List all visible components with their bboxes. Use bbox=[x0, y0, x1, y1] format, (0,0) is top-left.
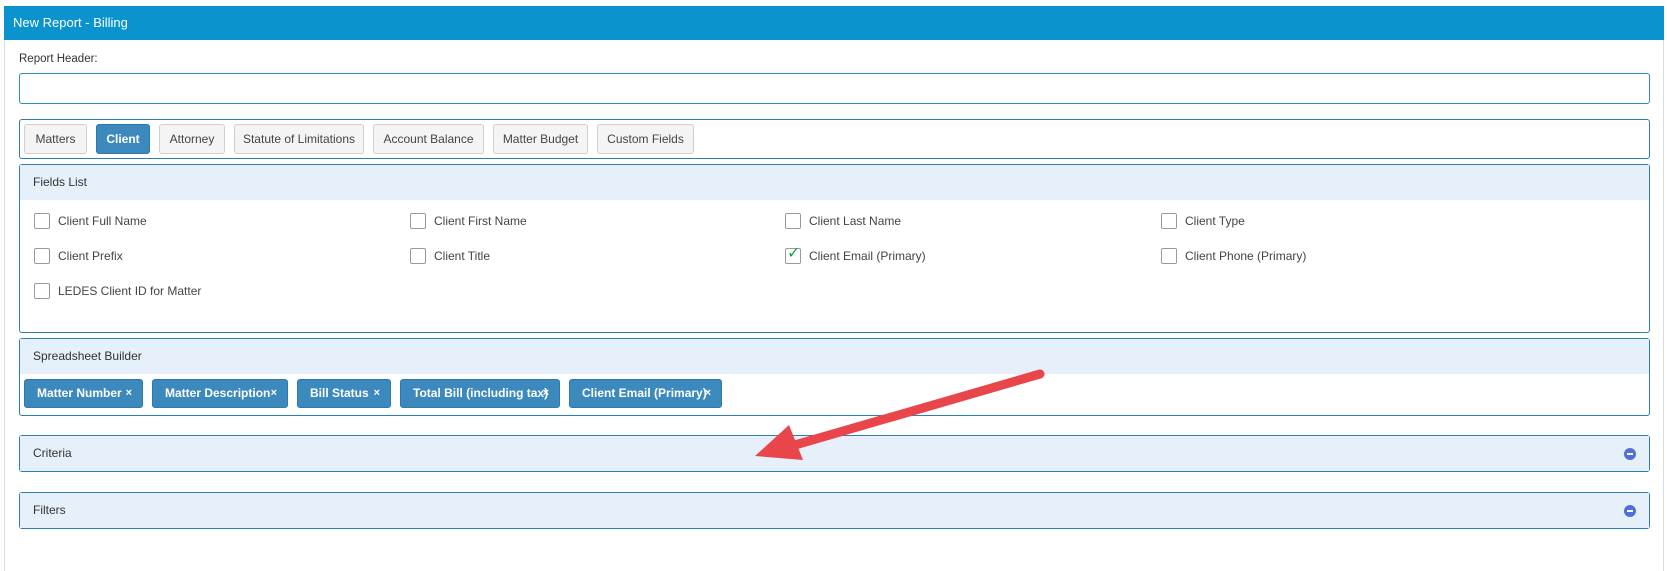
chip-label: Client Email (Primary) bbox=[582, 386, 707, 400]
field-client-prefix[interactable]: Client Prefix bbox=[34, 247, 123, 265]
field-label: Client Title bbox=[434, 249, 491, 263]
checkbox-checked[interactable]: ✓ bbox=[785, 245, 801, 264]
chip-label: Bill Status bbox=[310, 386, 369, 400]
column-chip-matter-number[interactable]: Matter Number × bbox=[24, 379, 143, 408]
field-client-email-primary[interactable]: ✓ Client Email (Primary) bbox=[785, 245, 926, 265]
filters-title[interactable]: Filters bbox=[20, 493, 1649, 528]
column-chip-matter-description[interactable]: Matter Description × bbox=[152, 379, 288, 408]
field-label: Client Full Name bbox=[58, 214, 147, 228]
window-title: New Report - Billing bbox=[4, 6, 1664, 40]
field-label: Client Prefix bbox=[58, 249, 123, 263]
tab-matter-budget[interactable]: Matter Budget bbox=[493, 124, 588, 154]
chip-label: Matter Number bbox=[37, 386, 122, 400]
field-client-full-name[interactable]: Client Full Name bbox=[34, 212, 147, 230]
criteria-title[interactable]: Criteria bbox=[20, 436, 1649, 471]
tab-statute-of-limitations[interactable]: Statute of Limitations bbox=[234, 124, 364, 154]
spreadsheet-builder-panel: Spreadsheet Builder Matter Number × Matt… bbox=[19, 338, 1650, 416]
fields-list-panel: Fields List Client Full Name Client Firs… bbox=[19, 164, 1650, 333]
tab-bar: Matters Client Attorney Statute of Limit… bbox=[19, 119, 1650, 159]
close-icon[interactable]: × bbox=[126, 380, 132, 407]
checkbox[interactable] bbox=[34, 248, 50, 264]
minus-circle-icon[interactable] bbox=[1624, 505, 1636, 517]
close-icon[interactable]: × bbox=[705, 380, 711, 407]
column-chip-client-email-primary[interactable]: Client Email (Primary) × bbox=[569, 379, 722, 408]
checkbox[interactable] bbox=[410, 248, 426, 264]
column-chip-total-bill[interactable]: Total Bill (including tax) × bbox=[400, 379, 560, 408]
field-label: Client Type bbox=[1185, 214, 1245, 228]
field-label: Client First Name bbox=[434, 214, 527, 228]
close-icon[interactable]: × bbox=[543, 380, 549, 407]
fields-list-title: Fields List bbox=[20, 165, 1649, 200]
checkbox[interactable] bbox=[34, 213, 50, 229]
checkbox[interactable] bbox=[34, 283, 50, 299]
field-label: LEDES Client ID for Matter bbox=[58, 284, 202, 298]
field-label: Client Last Name bbox=[809, 214, 902, 228]
tab-custom-fields[interactable]: Custom Fields bbox=[597, 124, 694, 154]
field-ledes-client-id[interactable]: LEDES Client ID for Matter bbox=[34, 282, 201, 300]
checkbox[interactable] bbox=[1161, 213, 1177, 229]
checkbox[interactable] bbox=[785, 213, 801, 229]
report-header-input[interactable] bbox=[19, 73, 1650, 104]
field-label: Client Phone (Primary) bbox=[1185, 249, 1307, 263]
column-chip-bill-status[interactable]: Bill Status × bbox=[297, 379, 391, 408]
close-icon[interactable]: × bbox=[374, 380, 380, 407]
field-label: Client Email (Primary) bbox=[809, 249, 926, 263]
field-client-title[interactable]: Client Title bbox=[410, 247, 490, 265]
field-client-last-name[interactable]: Client Last Name bbox=[785, 212, 901, 230]
chip-label: Matter Description bbox=[165, 386, 271, 400]
spreadsheet-builder-title: Spreadsheet Builder bbox=[20, 339, 1649, 374]
tab-account-balance[interactable]: Account Balance bbox=[373, 124, 484, 154]
tab-client[interactable]: Client bbox=[96, 124, 150, 154]
checkbox[interactable] bbox=[410, 213, 426, 229]
close-icon[interactable]: × bbox=[271, 380, 277, 407]
criteria-panel: Criteria bbox=[19, 435, 1650, 472]
checkbox[interactable] bbox=[1161, 248, 1177, 264]
checkmark-icon: ✓ bbox=[787, 245, 801, 262]
field-client-phone-primary[interactable]: Client Phone (Primary) bbox=[1161, 247, 1306, 265]
tab-attorney[interactable]: Attorney bbox=[159, 124, 225, 154]
tab-matters[interactable]: Matters bbox=[24, 124, 87, 154]
minus-circle-icon[interactable] bbox=[1624, 448, 1636, 460]
filters-panel: Filters bbox=[19, 492, 1650, 529]
field-client-first-name[interactable]: Client First Name bbox=[410, 212, 527, 230]
report-header-label: Report Header: bbox=[19, 53, 98, 65]
field-client-type[interactable]: Client Type bbox=[1161, 212, 1245, 230]
chip-label: Total Bill (including tax) bbox=[413, 386, 549, 400]
